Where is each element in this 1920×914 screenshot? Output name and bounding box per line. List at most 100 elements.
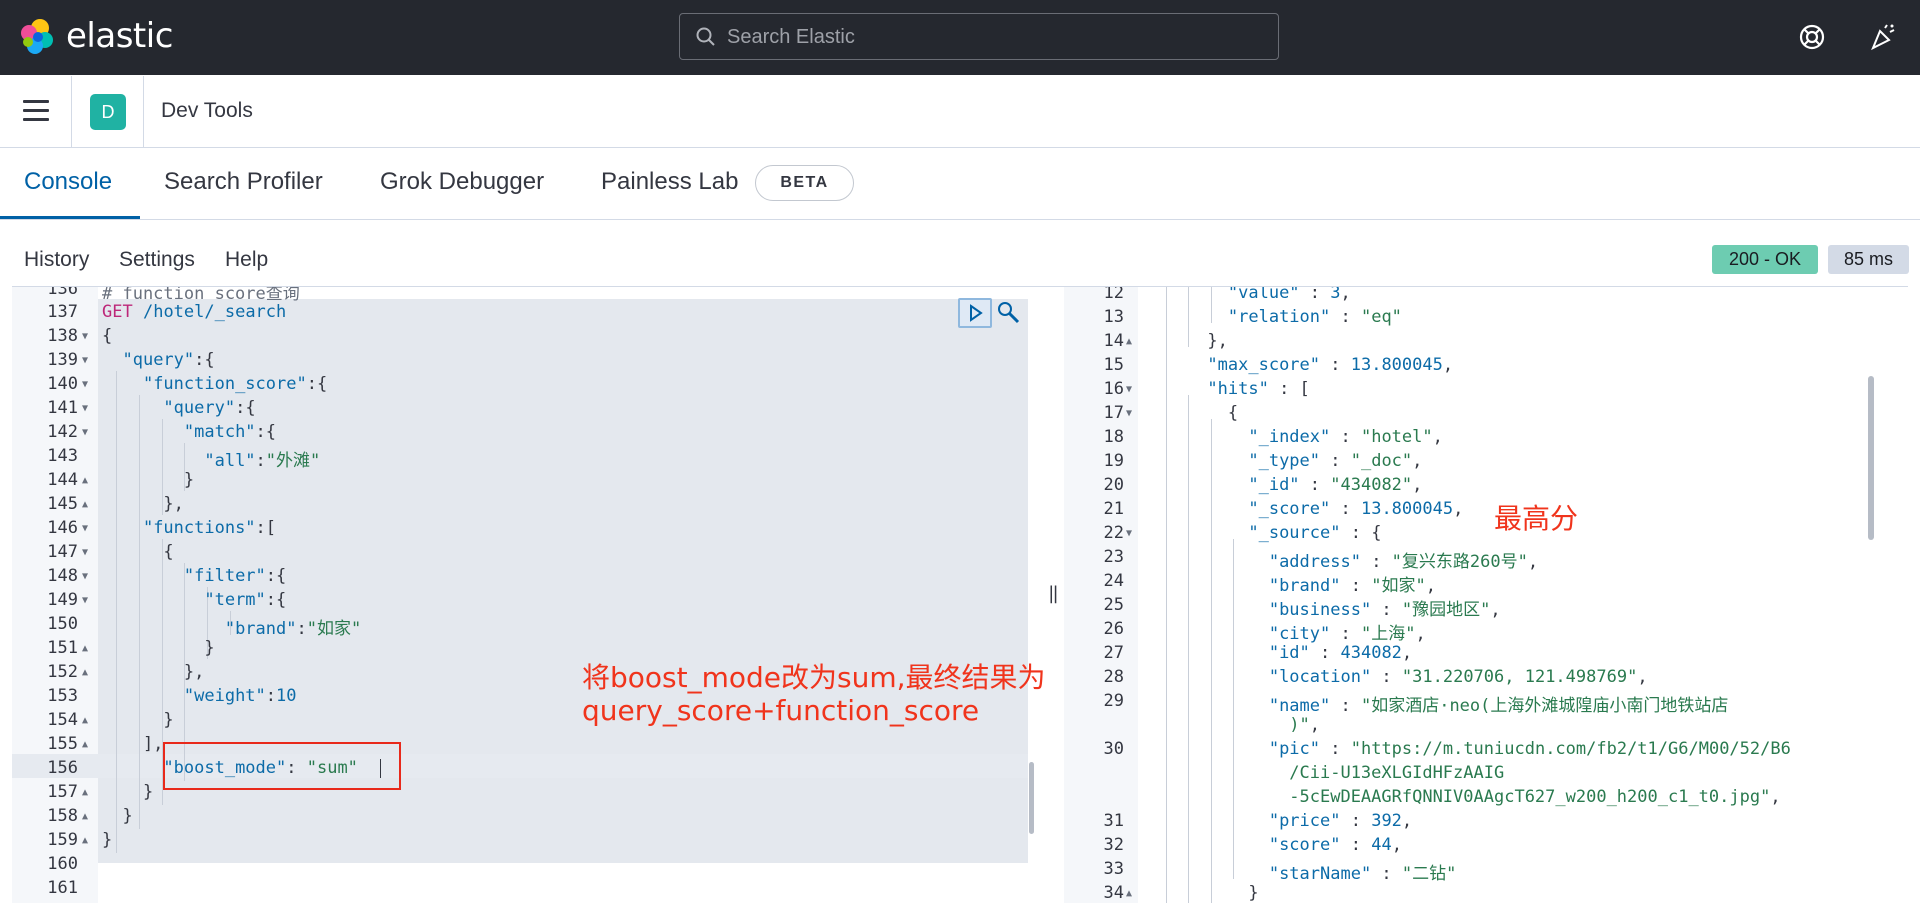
space-avatar[interactable]: D <box>90 94 126 130</box>
code-line: } <box>102 638 215 658</box>
search-icon <box>696 27 715 46</box>
code-line: } <box>102 470 195 490</box>
fold-arrow-icon[interactable]: ▼ <box>1126 528 1132 539</box>
line-number: 153 <box>47 686 78 706</box>
code-line: /Cii-U13eXLGIdHFzAAIG <box>1146 763 1505 783</box>
fold-arrow-icon[interactable]: ▲ <box>82 667 88 678</box>
fold-arrow-icon[interactable]: ▼ <box>82 355 88 366</box>
code-line: { <box>102 542 174 562</box>
fold-arrow-icon[interactable]: ▲ <box>82 739 88 750</box>
panel-resize-handle[interactable]: ‖ <box>1048 583 1059 604</box>
line-number: 154 <box>47 710 78 730</box>
search-placeholder: Search Elastic <box>727 26 855 48</box>
history-link[interactable]: History <box>24 248 89 272</box>
help-lifebuoy-icon[interactable] <box>1797 22 1827 52</box>
fold-arrow-icon[interactable]: ▲ <box>82 499 88 510</box>
code-line: "_index" : "hotel", <box>1248 427 1443 447</box>
line-number: 142 <box>47 422 78 442</box>
send-request-button[interactable] <box>958 298 992 328</box>
code-line: "term":{ <box>204 590 287 610</box>
fold-arrow-icon[interactable]: ▲ <box>82 787 88 798</box>
code-line: -5cEwDEAAGRfQNNIV0AAgcT627_w200_h200_c1_… <box>1146 787 1781 807</box>
line-number: 158 <box>47 806 78 826</box>
line-number: 146 <box>47 518 78 538</box>
fold-arrow-icon[interactable]: ▼ <box>82 403 88 414</box>
code-line: "_type" : "_doc", <box>1248 451 1423 471</box>
status-badge: 200 - OK <box>1712 245 1818 274</box>
fold-arrow-icon[interactable]: ▲ <box>1126 336 1132 347</box>
code-line: { <box>102 326 113 346</box>
code-line: "brand":"如家" <box>224 619 362 639</box>
response-viewer[interactable]: 12 13 14 15 16 17 18 19 20 21 22 23 24 2… <box>1064 287 1909 903</box>
line-number: 137 <box>47 302 78 322</box>
code-line: "all":"外滩" <box>204 451 321 471</box>
wrench-icon[interactable] <box>996 300 1022 326</box>
code-line: "function_score":{ <box>142 374 328 394</box>
fold-arrow-icon[interactable]: ▼ <box>82 547 88 558</box>
tab-painless-lab[interactable]: Painless Lab <box>601 168 738 196</box>
menu-hamburger-icon[interactable] <box>23 100 49 122</box>
code-line: "address" : "复兴东路260号", <box>1268 552 1539 572</box>
line-number: 25 <box>1103 595 1124 615</box>
code-line: "_id" : "434082", <box>1248 475 1423 495</box>
highlight-box <box>163 742 401 790</box>
fold-arrow-icon[interactable]: ▼ <box>1126 408 1132 419</box>
line-number: 141 <box>47 398 78 418</box>
fold-arrow-icon[interactable]: ▼ <box>82 523 88 534</box>
code-line: "score" : 44, <box>1268 835 1402 855</box>
code-line: } <box>102 782 154 802</box>
line-number: 26 <box>1103 619 1124 639</box>
line-number: 13 <box>1103 307 1124 327</box>
response-scrollbar[interactable] <box>1868 376 1874 540</box>
fold-arrow-icon[interactable]: ▼ <box>82 595 88 606</box>
settings-link[interactable]: Settings <box>119 248 195 272</box>
active-tab-indicator <box>0 216 140 219</box>
fold-arrow-icon[interactable]: ▼ <box>82 427 88 438</box>
code-line: }, <box>1146 331 1228 351</box>
line-number: 30 <box>1103 739 1124 759</box>
fold-arrow-icon[interactable]: ▼ <box>82 571 88 582</box>
code-line: "weight":10 <box>183 686 297 706</box>
divider <box>71 76 72 147</box>
line-number: 19 <box>1103 451 1124 471</box>
code-line: "id" : 434082, <box>1268 643 1413 663</box>
fold-arrow-icon[interactable]: ▲ <box>82 643 88 654</box>
code-line: "max_score" : 13.800045, <box>1207 355 1454 375</box>
line-number: 140 <box>47 374 78 394</box>
code-line: "filter":{ <box>183 566 287 586</box>
line-number: 161 <box>47 878 78 898</box>
code-line: "name" : "如家酒店·neo(上海外滩城隍庙小南门地铁站店 <box>1268 696 1729 716</box>
fold-arrow-icon[interactable]: ▼ <box>82 379 88 390</box>
brand-name[interactable]: elastic <box>66 16 173 56</box>
help-link[interactable]: Help <box>225 248 268 272</box>
fold-arrow-icon[interactable]: ▲ <box>82 475 88 486</box>
fold-arrow-icon[interactable]: ▼ <box>82 331 88 342</box>
code-line: "value" : 3, <box>1227 287 1351 303</box>
fold-arrow-icon[interactable]: ▲ <box>82 715 88 726</box>
elastic-logo-icon[interactable] <box>18 18 56 56</box>
line-number: 139 <box>47 350 78 370</box>
request-editor[interactable]: 136 137 138 139 140 141 142 143 144 145 … <box>12 287 1044 903</box>
line-number: 152 <box>47 662 78 682</box>
fold-arrow-icon[interactable]: ▲ <box>1126 888 1132 899</box>
code-line: GET /hotel/_search <box>102 302 287 322</box>
newsfeed-icon[interactable] <box>1868 22 1898 52</box>
annotation-text: 将boost_mode改为sum,最终结果为 <box>582 661 1046 694</box>
tab-search-profiler[interactable]: Search Profiler <box>164 168 323 196</box>
code-line: "city" : "上海", <box>1268 624 1426 644</box>
line-number: 34 <box>1103 883 1124 903</box>
line-number: 149 <box>47 590 78 610</box>
line-number: 147 <box>47 542 78 562</box>
fold-arrow-icon[interactable]: ▲ <box>82 811 88 822</box>
fold-arrow-icon[interactable]: ▲ <box>82 835 88 846</box>
line-number: 23 <box>1103 547 1124 567</box>
search-input[interactable]: Search Elastic <box>679 13 1279 60</box>
line-number: 20 <box>1103 475 1124 495</box>
page-title: Dev Tools <box>161 99 253 122</box>
tab-grok-debugger[interactable]: Grok Debugger <box>380 168 544 196</box>
tab-console[interactable]: Console <box>24 168 112 196</box>
code-line: } <box>102 830 113 850</box>
request-scrollbar[interactable] <box>1029 762 1034 834</box>
fold-arrow-icon[interactable]: ▼ <box>1126 384 1132 395</box>
code-line: )", <box>1146 715 1321 735</box>
